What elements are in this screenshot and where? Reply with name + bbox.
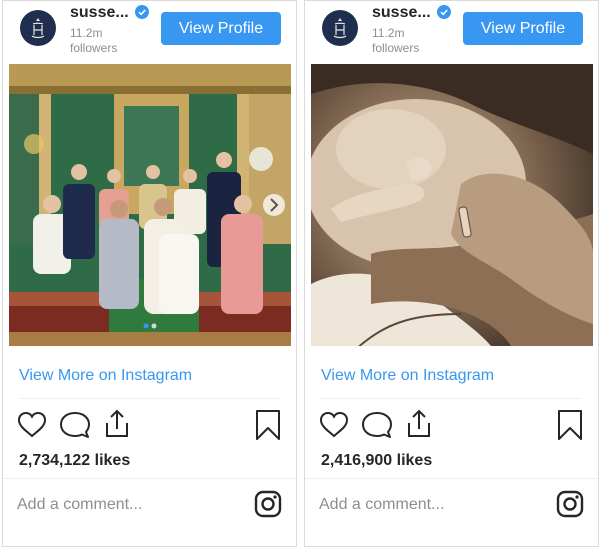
monogram-icon: [31, 18, 45, 39]
bookmark-icon[interactable]: [254, 409, 282, 441]
comment-input[interactable]: [17, 491, 237, 519]
royal-family-group-photo: [9, 64, 291, 346]
followers-count: 11.2m: [70, 26, 103, 40]
heart-icon[interactable]: [318, 409, 350, 441]
followers-label: followers: [372, 41, 420, 55]
post-photo[interactable]: [9, 64, 291, 346]
instagram-post-card: susse... 11.2m followers View Profile Vi…: [304, 0, 599, 547]
instagram-post-card: susse... 11.2m followers View Profile Vi…: [2, 0, 297, 547]
verified-icon: [135, 5, 149, 19]
view-more-link[interactable]: View More on Instagram: [19, 367, 192, 385]
instagram-icon[interactable]: [556, 490, 584, 518]
followers-info: 11.2m followers: [70, 26, 140, 56]
post-photo[interactable]: [311, 64, 593, 346]
followers-info: 11.2m followers: [372, 26, 442, 56]
share-icon[interactable]: [403, 407, 435, 439]
post-actions: [3, 409, 296, 443]
comment-input[interactable]: [319, 491, 539, 519]
verified-icon: [437, 5, 451, 19]
view-profile-button[interactable]: View Profile: [463, 12, 583, 45]
share-icon[interactable]: [101, 407, 133, 439]
avatar[interactable]: [322, 10, 358, 46]
comment-icon[interactable]: [361, 409, 393, 441]
divider: [305, 478, 598, 479]
avatar[interactable]: [20, 10, 56, 46]
divider: [321, 398, 582, 399]
instagram-icon[interactable]: [254, 490, 282, 518]
likes-count: 2,734,122 likes: [19, 452, 131, 469]
heart-icon[interactable]: [16, 409, 48, 441]
followers-count: 11.2m: [372, 26, 405, 40]
divider: [3, 478, 296, 479]
post-header: susse... 11.2m followers View Profile: [3, 1, 296, 63]
divider: [19, 398, 280, 399]
likes-count: 2,416,900 likes: [321, 452, 433, 469]
view-profile-button[interactable]: View Profile: [161, 12, 281, 45]
view-more-link[interactable]: View More on Instagram: [321, 367, 494, 385]
post-header: susse... 11.2m followers View Profile: [305, 1, 598, 63]
username[interactable]: susse...: [70, 4, 129, 22]
baby-hand-sepia-photo: [311, 64, 593, 346]
followers-label: followers: [70, 41, 118, 55]
comment-icon[interactable]: [59, 409, 91, 441]
username[interactable]: susse...: [372, 4, 431, 22]
bookmark-icon[interactable]: [556, 409, 584, 441]
monogram-icon: [333, 18, 347, 39]
post-actions: [305, 409, 598, 443]
carousel-next-icon[interactable]: [263, 194, 285, 216]
